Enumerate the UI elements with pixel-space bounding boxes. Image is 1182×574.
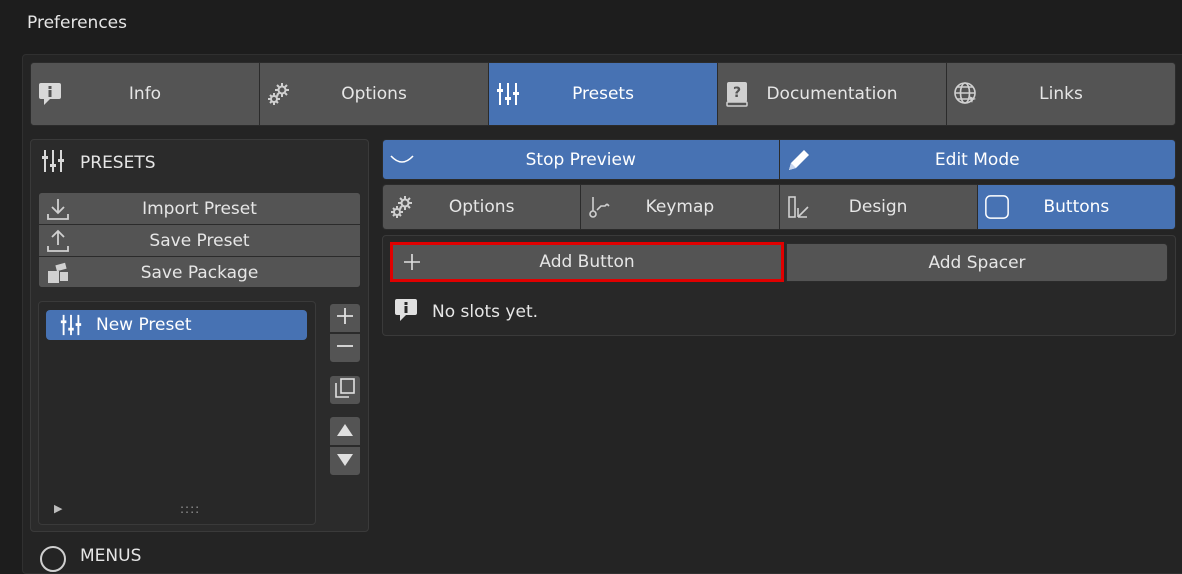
empty-slots-message: No slots yet. xyxy=(394,298,538,326)
globe-icon xyxy=(953,81,979,107)
import-preset-label: Import Preset xyxy=(142,198,257,219)
tab-options-label: Options xyxy=(341,84,407,104)
remove-preset-button[interactable] xyxy=(329,333,361,363)
tab-buttons[interactable]: Buttons xyxy=(977,185,1175,229)
help-book-icon: ? xyxy=(724,81,750,107)
move-up-button[interactable] xyxy=(329,416,361,446)
add-spacer-button[interactable]: Add Spacer xyxy=(786,243,1168,282)
add-preset-button[interactable] xyxy=(329,303,361,333)
tab-keymap-label: Keymap xyxy=(645,197,715,217)
tab-design[interactable]: Design xyxy=(779,185,978,229)
info-icon xyxy=(394,297,418,328)
tab-info[interactable]: Info xyxy=(31,63,260,125)
menus-panel-title[interactable]: MENUS xyxy=(80,546,141,566)
empty-slots-text: No slots yet. xyxy=(432,302,539,322)
import-preset-button[interactable]: Import Preset xyxy=(39,193,360,225)
gear-icon xyxy=(266,81,292,107)
checkbox-icon xyxy=(984,194,1010,220)
minus-icon xyxy=(335,336,355,360)
triangle-down-icon xyxy=(336,452,354,471)
tab-keymap[interactable]: Keymap xyxy=(581,185,780,229)
preview-bar: Stop Preview Edit Mode xyxy=(382,139,1176,180)
list-item[interactable]: New Preset xyxy=(46,310,307,340)
add-button-button[interactable]: Add Button xyxy=(390,242,784,282)
presets-panel-title: PRESETS xyxy=(80,153,156,173)
gear-icon xyxy=(389,194,415,220)
design-icon xyxy=(786,194,812,220)
tab-documentation[interactable]: ? Documentation xyxy=(718,63,947,125)
filter-expand-arrow-icon[interactable]: ▶ xyxy=(54,502,62,515)
editor-tab-bar: Options Keymap Design Buttons xyxy=(382,184,1176,230)
tab-presets-label: Presets xyxy=(572,84,634,104)
list-resize-grip[interactable]: :::: xyxy=(180,502,200,516)
tab-editor-options[interactable]: Options xyxy=(383,185,582,229)
tab-links-label: Links xyxy=(1039,84,1083,104)
save-preset-button[interactable]: Save Preset xyxy=(39,225,360,257)
duplicate-preset-button[interactable] xyxy=(329,375,361,405)
presets-panel-header[interactable]: PRESETS xyxy=(40,149,156,177)
tab-links[interactable]: Links xyxy=(947,63,1175,125)
duplicate-icon xyxy=(334,377,356,403)
tab-info-label: Info xyxy=(128,84,162,104)
tab-options[interactable]: Options xyxy=(260,63,489,125)
export-icon xyxy=(45,228,71,254)
import-icon xyxy=(45,196,71,222)
main-tab-bar: Info Options Presets ? Documentation Lin… xyxy=(30,62,1176,126)
move-down-button[interactable] xyxy=(329,446,361,476)
tab-buttons-label: Buttons xyxy=(1043,197,1110,217)
svg-text:?: ? xyxy=(733,85,741,101)
save-package-label: Save Package xyxy=(140,263,259,283)
tab-documentation-label: Documentation xyxy=(766,84,898,104)
smile-arc-icon xyxy=(389,147,415,173)
plus-icon xyxy=(401,251,423,273)
keymap-icon xyxy=(587,194,613,220)
info-icon xyxy=(37,81,63,107)
window-title: Preferences xyxy=(27,13,127,33)
triangle-up-icon xyxy=(336,422,354,441)
pencil-icon xyxy=(786,147,812,173)
menus-panel-icon xyxy=(40,546,66,572)
sliders-icon xyxy=(495,81,521,107)
save-package-button[interactable]: Save Package xyxy=(39,257,360,287)
add-button-label: Add Button xyxy=(539,252,635,272)
add-spacer-label: Add Spacer xyxy=(928,252,1026,273)
sliders-icon xyxy=(58,312,84,338)
tab-design-label: Design xyxy=(848,197,908,217)
edit-mode-button[interactable]: Edit Mode xyxy=(779,140,1175,179)
edit-mode-label: Edit Mode xyxy=(934,149,1020,170)
save-preset-label: Save Preset xyxy=(149,230,250,251)
tab-presets[interactable]: Presets xyxy=(489,63,718,125)
package-icon xyxy=(45,260,71,286)
list-item-label: New Preset xyxy=(96,315,192,335)
preset-actions: Import Preset Save Preset Save Package xyxy=(38,192,361,288)
stop-preview-label: Stop Preview xyxy=(525,149,636,170)
stop-preview-button[interactable]: Stop Preview xyxy=(383,140,780,179)
plus-icon xyxy=(335,306,355,330)
sliders-icon xyxy=(40,148,66,179)
tab-editor-options-label: Options xyxy=(448,197,515,217)
